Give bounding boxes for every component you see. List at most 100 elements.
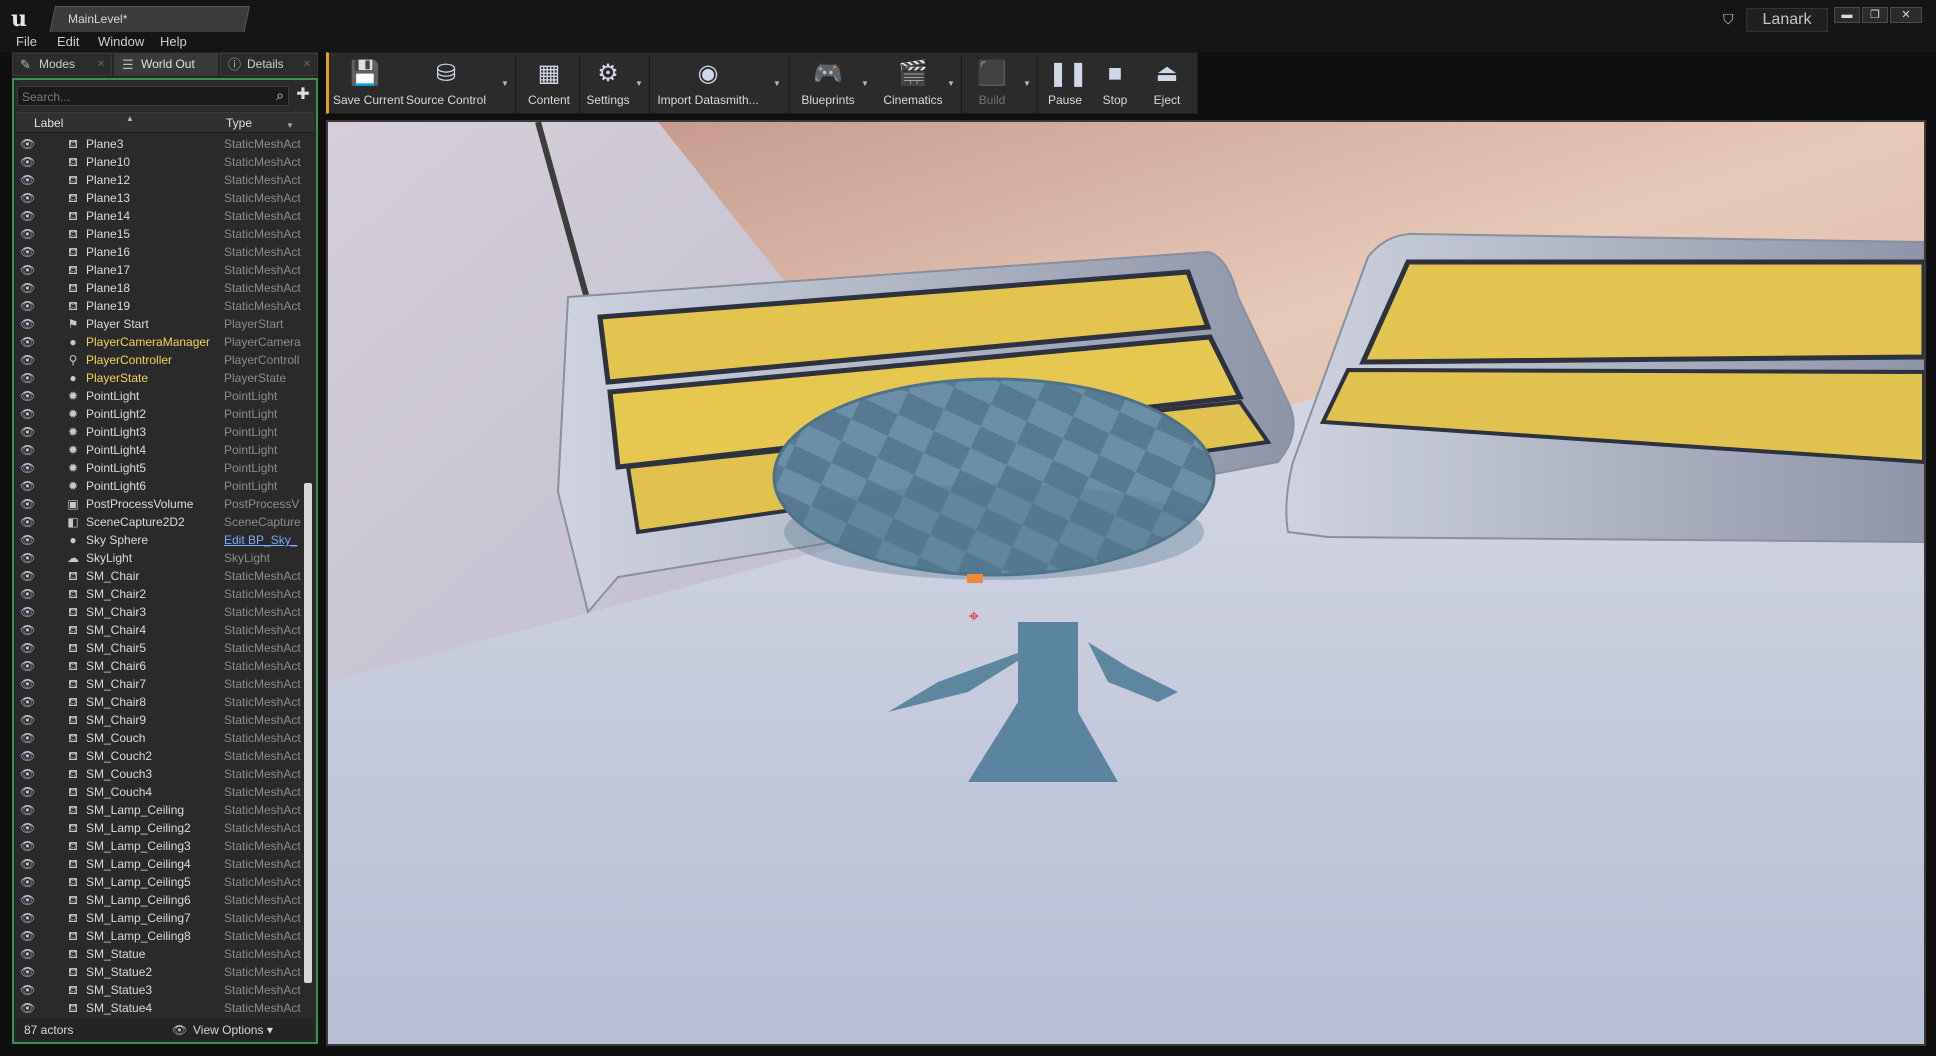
table-row[interactable]: 👁 ⛾ SM_Chair2 StaticMeshAct	[16, 585, 302, 603]
visibility-eye-icon[interactable]: 👁	[20, 909, 35, 927]
table-row[interactable]: 👁 ⚲ PlayerController PlayerControll	[16, 351, 302, 369]
visibility-eye-icon[interactable]: 👁	[20, 999, 35, 1015]
table-row[interactable]: 👁 ⛾ SM_Lamp_Ceiling6 StaticMeshAct	[16, 891, 302, 909]
visibility-eye-icon[interactable]: 👁	[20, 531, 35, 549]
menu-edit[interactable]: Edit	[57, 34, 79, 49]
actor-marker-icon[interactable]	[967, 574, 983, 583]
menu-window[interactable]: Window	[98, 34, 144, 49]
table-row[interactable]: 👁 ⛾ Plane10 StaticMeshAct	[16, 153, 302, 171]
visibility-eye-icon[interactable]: 👁	[20, 207, 35, 225]
visibility-eye-icon[interactable]: 👁	[20, 747, 35, 765]
view-options-button[interactable]: View Options ▾	[193, 1018, 273, 1042]
table-row[interactable]: 👁 ⛾ SM_Chair4 StaticMeshAct	[16, 621, 302, 639]
tab-modes[interactable]: ✎ Modes ✕	[12, 53, 112, 76]
visibility-eye-icon[interactable]: 👁	[20, 783, 35, 801]
table-row[interactable]: 👁 ▣ PostProcessVolume PostProcessV	[16, 495, 302, 513]
unreal-logo-icon[interactable]: u	[6, 6, 32, 32]
table-row[interactable]: 👁 ⛾ Plane17 StaticMeshAct	[16, 261, 302, 279]
visibility-eye-icon[interactable]: 👁	[20, 441, 35, 459]
close-button[interactable]: ✕	[1890, 7, 1922, 23]
visibility-eye-icon[interactable]: 👁	[20, 873, 35, 891]
chevron-down-icon[interactable]: ▼	[501, 79, 509, 88]
close-icon[interactable]: ✕	[303, 54, 311, 75]
visibility-eye-icon[interactable]: 👁	[20, 369, 35, 387]
table-row[interactable]: 👁 ⚑ Player Start PlayerStart	[16, 315, 302, 333]
content-button[interactable]: ▦ Content	[525, 57, 573, 113]
save-current-button[interactable]: 💾 Save Current	[333, 57, 404, 113]
visibility-eye-icon[interactable]: 👁	[20, 225, 35, 243]
column-type-header[interactable]: Type	[226, 116, 252, 130]
minimize-button[interactable]: ▬	[1834, 7, 1860, 23]
visibility-eye-icon[interactable]: 👁	[20, 333, 35, 351]
build-button[interactable]: ⬛ Build	[969, 57, 1015, 113]
table-row[interactable]: 👁 ⛾ SM_Chair9 StaticMeshAct	[16, 711, 302, 729]
visibility-eye-icon[interactable]: 👁	[20, 837, 35, 855]
cinematics-button[interactable]: 🎬 Cinematics	[879, 57, 947, 113]
table-row[interactable]: 👁 ⛾ SM_Couch2 StaticMeshAct	[16, 747, 302, 765]
tab-world-outliner[interactable]: ☰ World Out	[114, 53, 218, 76]
table-row[interactable]: 👁 ⛾ SM_Chair StaticMeshAct	[16, 567, 302, 585]
table-row[interactable]: 👁 ⛾ Plane3 StaticMeshAct	[16, 135, 302, 153]
settings-button[interactable]: ⚙ Settings	[583, 57, 633, 113]
visibility-eye-icon[interactable]: 👁	[20, 801, 35, 819]
visibility-eye-icon[interactable]: 👁	[20, 171, 35, 189]
visibility-eye-icon[interactable]: 👁	[20, 387, 35, 405]
chevron-down-icon[interactable]: ▼	[861, 79, 869, 88]
table-row[interactable]: 👁 ● PlayerState PlayerState	[16, 369, 302, 387]
chevron-down-icon[interactable]: ▼	[947, 79, 955, 88]
table-row[interactable]: 👁 ⛾ Plane13 StaticMeshAct	[16, 189, 302, 207]
table-row[interactable]: 👁 ⛾ Plane16 StaticMeshAct	[16, 243, 302, 261]
eject-button[interactable]: ⏏ Eject	[1147, 57, 1187, 113]
visibility-eye-icon[interactable]: 👁	[20, 693, 35, 711]
table-row[interactable]: 👁 ⛾ SM_Chair6 StaticMeshAct	[16, 657, 302, 675]
edit-blueprint-link[interactable]: Edit BP_Sky_	[224, 531, 302, 549]
table-row[interactable]: 👁 ⛾ SM_Statue4 StaticMeshAct	[16, 999, 302, 1015]
visibility-eye-icon[interactable]: 👁	[20, 657, 35, 675]
chevron-down-icon[interactable]: ▼	[1023, 79, 1031, 88]
table-row[interactable]: 👁 ⛾ SM_Chair7 StaticMeshAct	[16, 675, 302, 693]
table-row[interactable]: 👁 ⛾ Plane12 StaticMeshAct	[16, 171, 302, 189]
visibility-eye-icon[interactable]: 👁	[20, 279, 35, 297]
table-row[interactable]: 👁 ● Sky Sphere Edit BP_Sky_	[16, 531, 302, 549]
maximize-button[interactable]: ❐	[1862, 7, 1888, 23]
visibility-eye-icon[interactable]: 👁	[20, 729, 35, 747]
blueprints-button[interactable]: 🎮 Blueprints	[797, 57, 859, 113]
table-row[interactable]: 👁 ⛾ SM_Lamp_Ceiling8 StaticMeshAct	[16, 927, 302, 945]
chevron-down-icon[interactable]: ▼	[773, 79, 781, 88]
table-row[interactable]: 👁 ⛾ SM_Lamp_Ceiling StaticMeshAct	[16, 801, 302, 819]
visibility-eye-icon[interactable]: 👁	[20, 459, 35, 477]
visibility-eye-icon[interactable]: 👁	[20, 891, 35, 909]
table-row[interactable]: 👁 ⛾ SM_Chair5 StaticMeshAct	[16, 639, 302, 657]
visibility-eye-icon[interactable]: 👁	[20, 675, 35, 693]
visibility-eye-icon[interactable]: 👁	[20, 423, 35, 441]
table-row[interactable]: 👁 ✹ PointLight3 PointLight	[16, 423, 302, 441]
scrollbar[interactable]	[304, 483, 312, 983]
search-icon[interactable]: ⌕	[276, 87, 284, 104]
table-row[interactable]: 👁 ⛾ SM_Chair3 StaticMeshAct	[16, 603, 302, 621]
menu-help[interactable]: Help	[160, 34, 187, 49]
visibility-eye-icon[interactable]: 👁	[20, 261, 35, 279]
visibility-eye-icon[interactable]: 👁	[20, 549, 35, 567]
table-row[interactable]: 👁 ✹ PointLight6 PointLight	[16, 477, 302, 495]
table-row[interactable]: 👁 ⛾ SM_Chair8 StaticMeshAct	[16, 693, 302, 711]
table-row[interactable]: 👁 ✹ PointLight4 PointLight	[16, 441, 302, 459]
table-row[interactable]: 👁 ● PlayerCameraManager PlayerCamera	[16, 333, 302, 351]
table-row[interactable]: 👁 ⛾ Plane19 StaticMeshAct	[16, 297, 302, 315]
table-row[interactable]: 👁 ⛾ Plane14 StaticMeshAct	[16, 207, 302, 225]
visibility-eye-icon[interactable]: 👁	[20, 621, 35, 639]
level-viewport[interactable]: ⌖	[326, 120, 1926, 1046]
visibility-eye-icon[interactable]: 👁	[20, 189, 35, 207]
table-row[interactable]: 👁 ⛾ SM_Lamp_Ceiling7 StaticMeshAct	[16, 909, 302, 927]
visibility-eye-icon[interactable]: 👁	[20, 945, 35, 963]
table-row[interactable]: 👁 ⛾ SM_Statue3 StaticMeshAct	[16, 981, 302, 999]
visibility-eye-icon[interactable]: 👁	[20, 297, 35, 315]
visibility-eye-icon[interactable]: 👁	[20, 135, 35, 153]
table-row[interactable]: 👁 ⛾ SM_Couch StaticMeshAct	[16, 729, 302, 747]
visibility-eye-icon[interactable]: 👁	[20, 153, 35, 171]
visibility-eye-icon[interactable]: 👁	[20, 927, 35, 945]
visibility-eye-icon[interactable]: 👁	[20, 765, 35, 783]
visibility-eye-icon[interactable]: 👁	[20, 351, 35, 369]
table-row[interactable]: 👁 ⛾ SM_Couch4 StaticMeshAct	[16, 783, 302, 801]
pause-button[interactable]: ❚❚ Pause	[1045, 57, 1088, 113]
close-icon[interactable]: ✕	[97, 54, 105, 75]
